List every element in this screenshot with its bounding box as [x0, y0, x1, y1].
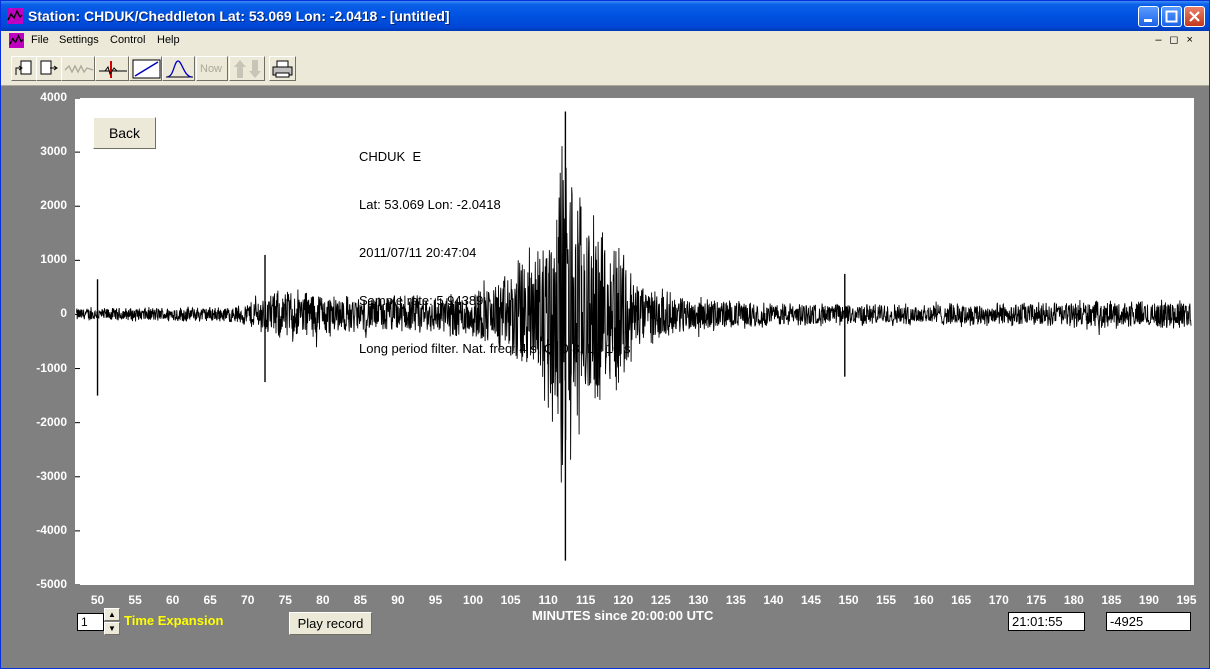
- marker-button[interactable]: [95, 56, 129, 81]
- x-tick-label: 180: [1063, 593, 1084, 607]
- x-tick-label: 95: [428, 593, 443, 607]
- sample-rate: Sample rate: 5.94389: [359, 293, 484, 308]
- print-icon: [272, 60, 293, 78]
- app-window: Station: CHDUK/Cheddleton Lat: 53.069 Lo…: [0, 0, 1210, 669]
- menu-help[interactable]: Help: [157, 34, 180, 46]
- x-tick-label: 100: [463, 593, 484, 607]
- marker-icon: [99, 61, 127, 78]
- y-tick-label: 2000: [40, 198, 67, 213]
- x-tick-label: 185: [1101, 593, 1122, 607]
- time-expansion-increment[interactable]: ▲: [104, 608, 120, 621]
- x-tick-label: 160: [913, 593, 934, 607]
- x-tick-label: 60: [165, 593, 180, 607]
- now-button[interactable]: Now: [196, 56, 228, 81]
- spin-up-icon: ▲: [108, 610, 116, 619]
- now-icon: Now: [200, 63, 223, 75]
- station-location: Lat: 53.069 Lon: -2.0418: [359, 197, 501, 212]
- menu-file[interactable]: File: [31, 34, 49, 46]
- x-tick-label: 175: [1026, 593, 1047, 607]
- x-tick-label: 55: [128, 593, 142, 607]
- print-button[interactable]: [269, 56, 296, 81]
- play-record-button[interactable]: Play record: [289, 612, 372, 635]
- x-tick-label: 195: [1176, 593, 1197, 607]
- up-down-arrows-icon: [234, 60, 261, 78]
- menu-bar: File Settings Control Help –◻×: [1, 31, 1209, 50]
- record-timestamp: 2011/07/11 20:47:04: [359, 245, 477, 260]
- x-tick-label: 90: [391, 593, 405, 607]
- save-button[interactable]: [36, 56, 62, 81]
- x-tick-label: 190: [1138, 593, 1159, 607]
- time-expansion-label: Time Expansion: [124, 613, 224, 628]
- x-tick-label: 85: [353, 593, 368, 607]
- cursor-time-readout: 21:01:55: [1008, 612, 1085, 631]
- x-tick-label: 120: [613, 593, 634, 607]
- ramp-button[interactable]: [129, 56, 162, 81]
- spin-down-icon: ▼: [108, 624, 116, 633]
- waveform-button[interactable]: [61, 56, 95, 81]
- maximize-button[interactable]: [1161, 6, 1182, 27]
- x-tick-label: 150: [838, 593, 859, 607]
- x-tick-label: 130: [688, 593, 709, 607]
- y-tick-label: -4000: [36, 522, 67, 537]
- x-tick-label: 155: [876, 593, 897, 607]
- seismogram-chart: [75, 98, 1192, 585]
- y-tick-label: 4000: [40, 90, 67, 104]
- filter-description: Long period filter. Nat. freq: 4 s, Q: 0…: [359, 341, 631, 356]
- minimize-icon: [1144, 19, 1152, 22]
- x-tick-label: 70: [241, 593, 255, 607]
- x-tick-label: 125: [650, 593, 671, 607]
- menu-control[interactable]: Control: [110, 34, 145, 46]
- cursor-value-readout: -4925: [1106, 612, 1191, 631]
- y-tick-label: 3000: [40, 144, 67, 159]
- x-tick-label: 135: [725, 593, 746, 607]
- y-tick-label: -3000: [36, 468, 67, 483]
- x-tick-label: 75: [278, 593, 292, 607]
- y-tick-label: 1000: [40, 252, 67, 267]
- y-tick-label: -2000: [36, 414, 67, 429]
- x-tick-label: 170: [988, 593, 1009, 607]
- menu-settings[interactable]: Settings: [59, 34, 99, 46]
- y-tick-label: 0: [60, 306, 67, 321]
- close-button[interactable]: [1184, 6, 1205, 27]
- y-tick-label: -1000: [36, 360, 67, 375]
- time-expansion-input[interactable]: 1: [77, 613, 104, 631]
- time-expansion-decrement[interactable]: ▼: [104, 622, 120, 635]
- back-button[interactable]: Back: [93, 117, 156, 149]
- maximize-icon: [1165, 10, 1178, 23]
- title-bar[interactable]: Station: CHDUK/Cheddleton Lat: 53.069 Lo…: [1, 1, 1209, 31]
- x-tick-label: 145: [800, 593, 821, 607]
- wave-icon: [64, 64, 94, 74]
- ramp-icon: [132, 59, 161, 79]
- seismic-trace: [76, 146, 1192, 483]
- x-tick-label: 80: [316, 593, 330, 607]
- x-tick-label: 115: [575, 593, 596, 607]
- document-icon: [9, 33, 24, 48]
- close-icon: [1189, 11, 1200, 22]
- open-file-icon: [15, 60, 32, 75]
- up-down-button[interactable]: [229, 56, 265, 81]
- x-tick-label: 165: [951, 593, 972, 607]
- curve-icon: [166, 60, 193, 78]
- toolbar: Now: [1, 50, 1209, 86]
- x-tick-label: 105: [500, 593, 521, 607]
- curve-button[interactable]: [162, 56, 195, 81]
- window-title: Station: CHDUK/Cheddleton Lat: 53.069 Lo…: [28, 8, 450, 24]
- x-axis-title: MINUTES since 20:00:00 UTC: [532, 608, 714, 623]
- x-tick-label: 65: [203, 593, 217, 607]
- x-tick-label: 140: [763, 593, 784, 607]
- y-tick-label: -5000: [36, 577, 67, 591]
- open-button[interactable]: [11, 56, 37, 81]
- mdi-window-controls[interactable]: –◻×: [1155, 33, 1201, 46]
- station-channel: CHDUK E: [359, 149, 422, 164]
- x-tick-label: 50: [90, 593, 105, 607]
- station-info: CHDUK E Lat: 53.069 Lon: -2.0418 2011/07…: [359, 117, 630, 389]
- x-tick-label: 110: [538, 593, 558, 607]
- save-file-icon: [40, 60, 58, 75]
- minimize-button[interactable]: [1138, 6, 1159, 27]
- seismogram-plot[interactable]: [75, 98, 1194, 585]
- app-icon: [7, 8, 23, 24]
